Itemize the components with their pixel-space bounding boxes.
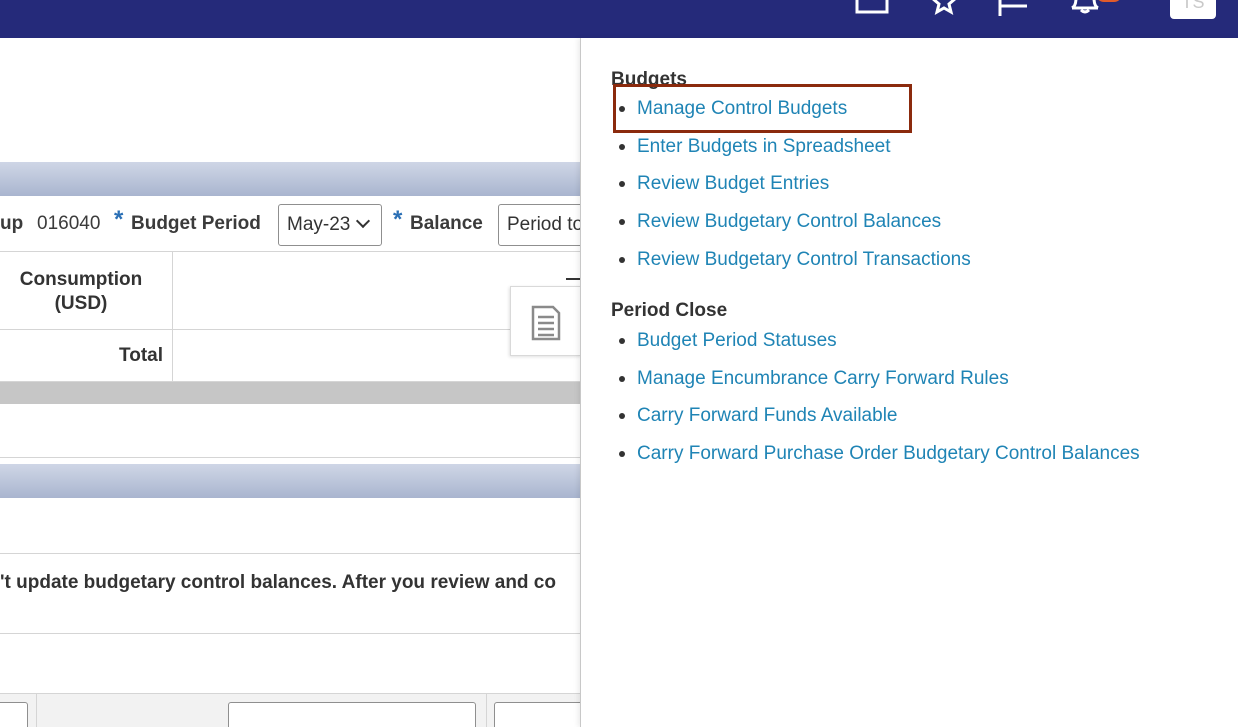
- task-link-manage-encumbrance-carry-forward-rules[interactable]: Manage Encumbrance Carry Forward Rules: [637, 368, 1009, 390]
- list-bullet: [619, 219, 625, 225]
- user-avatar[interactable]: TS: [1170, 0, 1216, 19]
- chevron-down-icon: [356, 213, 371, 229]
- balance-label: Balance: [410, 213, 483, 234]
- detail-area: [0, 498, 580, 554]
- list-bullet: [619, 376, 625, 382]
- tasks-drawer: Budgets Manage Control Budgets Enter Bud…: [580, 38, 1238, 727]
- filter-field[interactable]: [228, 702, 476, 727]
- column-dash: [566, 278, 580, 280]
- horizontal-scrollbar[interactable]: [0, 382, 580, 404]
- table-spacer: [0, 404, 580, 458]
- info-message: 't update budgetary control balances. Af…: [0, 572, 556, 593]
- home-icon[interactable]: [855, 0, 889, 16]
- task-link-review-budgetary-control-transactions[interactable]: Review Budgetary Control Transactions: [637, 249, 971, 271]
- global-header: TS: [0, 0, 1238, 38]
- favorites-star-icon[interactable]: [927, 0, 961, 16]
- task-link-enter-budgets-in-spreadsheet[interactable]: Enter Budgets in Spreadsheet: [637, 136, 891, 158]
- filter-field[interactable]: [0, 702, 28, 727]
- consumption-column-header: Consumption (USD): [19, 269, 143, 314]
- list-bullet: [619, 451, 625, 457]
- tasks-list-icon: [531, 305, 561, 341]
- task-link-carry-forward-funds-available[interactable]: Carry Forward Funds Available: [637, 405, 897, 427]
- flag-icon[interactable]: [997, 0, 1031, 16]
- budget-period-value: May-23: [287, 214, 351, 235]
- task-link-review-budget-entries[interactable]: Review Budget Entries: [637, 173, 829, 195]
- group-title-period-close: Period Close: [611, 300, 728, 321]
- task-link-review-budgetary-control-balances[interactable]: Review Budgetary Control Balances: [637, 211, 941, 233]
- budget-period-label: Budget Period: [131, 213, 261, 234]
- task-link-budget-period-statuses[interactable]: Budget Period Statuses: [637, 330, 837, 352]
- column-divider: [486, 693, 487, 727]
- filter-field[interactable]: [494, 702, 580, 727]
- section-header-band: [0, 464, 580, 498]
- balances-table-header: Consumption (USD): [0, 252, 580, 382]
- column-divider: [36, 693, 37, 727]
- total-label: Total: [119, 345, 163, 366]
- budget-period-select[interactable]: May-23: [278, 204, 382, 246]
- required-marker: *: [114, 206, 124, 233]
- balance-select[interactable]: Period to: [498, 204, 580, 246]
- section-header-band: [0, 162, 580, 196]
- balance-value: Period to: [507, 214, 580, 235]
- divider: [0, 633, 580, 634]
- control-budget-group-value: 016040: [37, 213, 101, 234]
- budget-balances-page: up 016040 * Budget Period * Balance May-…: [0, 38, 580, 727]
- list-bullet: [619, 413, 625, 419]
- list-bullet: [619, 338, 625, 344]
- task-link-carry-forward-po-budgetary-control-balances[interactable]: Carry Forward Purchase Order Budgetary C…: [637, 443, 1140, 465]
- highlight-box: [613, 84, 912, 133]
- tasks-panel-tab[interactable]: [510, 286, 582, 356]
- notifications-bell-icon[interactable]: [1068, 0, 1102, 16]
- total-row: Total: [0, 330, 580, 382]
- list-bullet: [619, 144, 625, 150]
- required-marker: *: [393, 206, 403, 233]
- list-bullet: [619, 257, 625, 263]
- control-budget-group-label: up: [0, 213, 24, 234]
- list-bullet: [619, 181, 625, 187]
